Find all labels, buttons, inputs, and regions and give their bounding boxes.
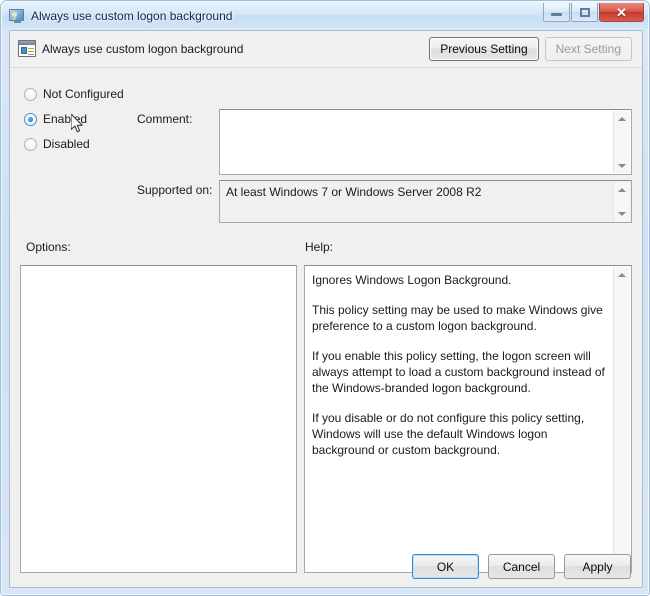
minimize-icon bbox=[551, 13, 562, 16]
apply-button[interactable]: Apply bbox=[564, 554, 631, 579]
maximize-restore-button[interactable] bbox=[571, 3, 598, 22]
dialog-footer-buttons: OK Cancel Apply bbox=[412, 554, 631, 579]
comment-scroll-down-icon[interactable] bbox=[614, 158, 630, 173]
help-text: Ignores Windows Logon Background. This p… bbox=[312, 272, 607, 458]
close-icon: ✕ bbox=[616, 4, 627, 20]
radio-enabled[interactable]: Enabled bbox=[24, 108, 134, 130]
policy-state-radio-group: Not Configured Enabled Disabled bbox=[24, 83, 134, 158]
supported-on-value: At least Windows 7 or Windows Server 200… bbox=[226, 185, 482, 199]
window-title: Always use custom logon background bbox=[31, 8, 233, 23]
comment-label: Comment: bbox=[137, 112, 193, 126]
help-scroll-up-icon[interactable] bbox=[614, 267, 630, 282]
options-label: Options: bbox=[26, 240, 71, 254]
close-button[interactable]: ✕ bbox=[599, 3, 644, 22]
supported-on-scroll-down-icon[interactable] bbox=[614, 206, 630, 221]
supported-on-scrollbar[interactable] bbox=[613, 182, 630, 221]
help-paragraph: This policy setting may be used to make … bbox=[312, 303, 603, 333]
policy-header: Always use custom logon background Previ… bbox=[10, 31, 642, 68]
computer-user-icon bbox=[9, 8, 25, 24]
minimize-button[interactable] bbox=[543, 3, 570, 22]
restore-icon bbox=[579, 7, 590, 17]
radio-not-configured-indicator[interactable] bbox=[24, 87, 37, 101]
radio-disabled[interactable]: Disabled bbox=[24, 133, 134, 155]
supported-on-label: Supported on: bbox=[137, 183, 213, 197]
policy-title: Always use custom logon background bbox=[42, 42, 244, 56]
setting-navigation: Previous Setting Next Setting bbox=[429, 37, 632, 61]
ok-button[interactable]: OK bbox=[412, 554, 479, 579]
dialog-window: Always use custom logon background ✕ Alw… bbox=[0, 0, 650, 596]
supported-on-scroll-up-icon[interactable] bbox=[614, 182, 630, 197]
dialog-client-area: Always use custom logon background Previ… bbox=[9, 30, 643, 588]
comment-scrollbar[interactable] bbox=[613, 111, 630, 173]
supported-on-field[interactable]: At least Windows 7 or Windows Server 200… bbox=[219, 180, 632, 223]
radio-not-configured[interactable]: Not Configured bbox=[24, 83, 134, 105]
radio-disabled-label: Disabled bbox=[43, 137, 90, 151]
policy-setting-icon bbox=[18, 40, 36, 58]
window-controls: ✕ bbox=[543, 3, 644, 22]
cancel-button[interactable]: Cancel bbox=[488, 554, 555, 579]
help-scrollbar[interactable] bbox=[613, 267, 630, 571]
title-bar[interactable]: Always use custom logon background ✕ bbox=[2, 2, 648, 29]
help-paragraph: If you disable or do not configure this … bbox=[312, 411, 585, 457]
help-label: Help: bbox=[305, 240, 334, 254]
previous-setting-button[interactable]: Previous Setting bbox=[429, 37, 539, 61]
radio-disabled-indicator[interactable] bbox=[24, 137, 37, 151]
comment-scroll-up-icon[interactable] bbox=[614, 111, 630, 126]
help-panel[interactable]: Ignores Windows Logon Background. This p… bbox=[304, 265, 632, 573]
help-paragraph: Ignores Windows Logon Background. bbox=[312, 273, 512, 287]
comment-input[interactable] bbox=[219, 109, 632, 175]
radio-enabled-label: Enabled bbox=[43, 112, 88, 126]
options-panel[interactable] bbox=[20, 265, 297, 573]
next-setting-button[interactable]: Next Setting bbox=[544, 37, 632, 61]
radio-not-configured-label: Not Configured bbox=[43, 87, 124, 101]
radio-enabled-indicator[interactable] bbox=[24, 112, 37, 126]
help-paragraph: If you enable this policy setting, the l… bbox=[312, 349, 605, 395]
